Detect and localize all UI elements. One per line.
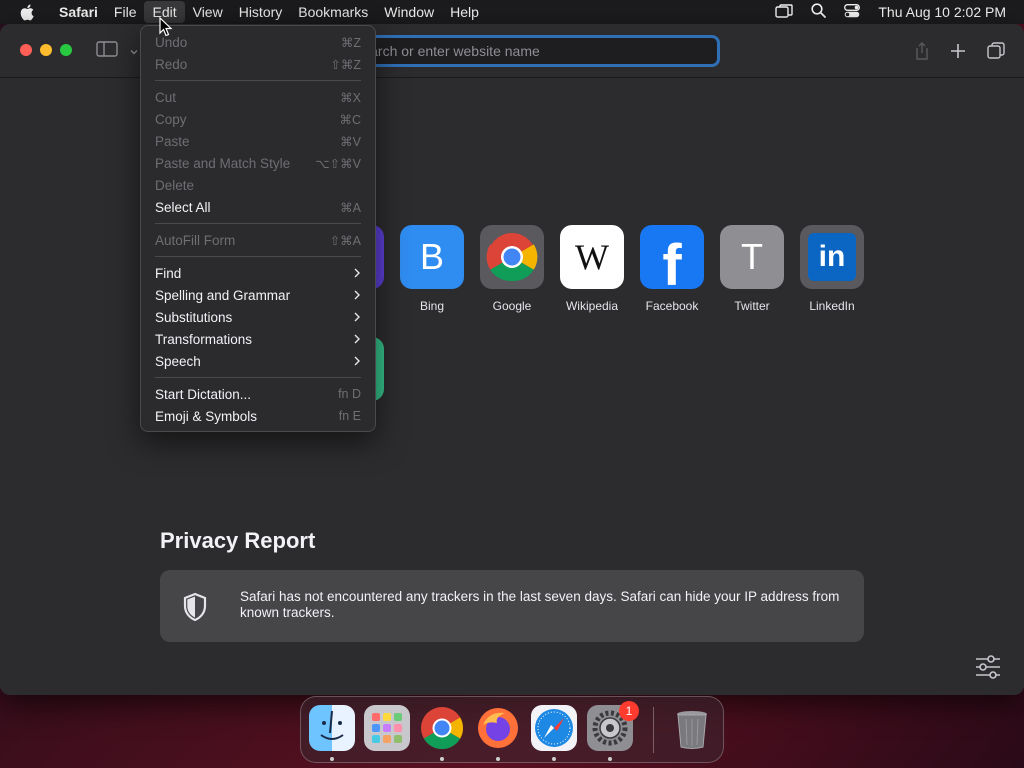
menu-help[interactable]: Help — [442, 1, 487, 23]
favorite-linkedin[interactable]: in LinkedIn — [799, 225, 865, 313]
menu-item-undo[interactable]: Undo ⌘Z — [141, 31, 375, 53]
minimize-window-button[interactable] — [40, 44, 52, 56]
menu-separator — [155, 223, 361, 224]
chevron-right-icon — [354, 290, 360, 300]
menu-item-cut[interactable]: Cut ⌘X — [141, 86, 375, 108]
menu-item-transformations[interactable]: Transformations — [141, 328, 375, 350]
mouse-pointer-icon — [159, 16, 173, 37]
menu-item-delete[interactable]: Delete — [141, 174, 375, 196]
dock-separator — [653, 707, 654, 753]
menu-bar: Safari File Edit View History Bookmarks … — [0, 0, 1024, 24]
menu-item-paste-match-style[interactable]: Paste and Match Style ⌥⇧⌘V — [141, 152, 375, 174]
menu-window[interactable]: Window — [376, 1, 442, 23]
favorite-facebook[interactable]: f Facebook — [639, 225, 705, 313]
privacy-report-text: Safari has not encountered any trackers … — [240, 589, 840, 620]
edit-menu-dropdown: Undo ⌘Z Redo ⇧⌘Z Cut ⌘X Copy ⌘C Paste ⌘V Past… — [140, 25, 376, 432]
screen-mirroring-icon[interactable] — [775, 3, 794, 21]
menu-item-autofill[interactable]: AutoFill Form ⇧⌘A — [141, 229, 375, 251]
favorite-label: Bing — [419, 299, 445, 313]
menu-item-find[interactable]: Find — [141, 262, 375, 284]
finder-icon[interactable] — [309, 705, 355, 751]
bing-icon: B — [400, 225, 464, 289]
running-indicator — [440, 757, 444, 761]
firefox-icon[interactable] — [475, 705, 521, 751]
menu-separator — [155, 80, 361, 81]
menu-item-spelling-grammar[interactable]: Spelling and Grammar — [141, 284, 375, 306]
running-indicator — [496, 757, 500, 761]
favorite-label: Twitter — [734, 299, 770, 313]
url-search-input[interactable] — [353, 43, 717, 59]
safari-icon[interactable] — [531, 705, 577, 751]
menu-item-start-dictation[interactable]: Start Dictation... fn D — [141, 383, 375, 405]
favorite-label: Google — [492, 299, 532, 313]
favorite-label: LinkedIn — [809, 299, 855, 313]
favorite-bing[interactable]: B Bing — [399, 225, 465, 313]
chevron-right-icon — [354, 356, 360, 366]
google-chrome-icon — [480, 225, 544, 289]
menu-view[interactable]: View — [185, 1, 231, 23]
close-window-button[interactable] — [20, 44, 32, 56]
tab-overview-icon[interactable] — [986, 41, 1006, 61]
favorite-google[interactable]: Google — [479, 225, 545, 313]
shield-icon — [182, 592, 210, 622]
menu-safari[interactable]: Safari — [51, 1, 106, 23]
favorite-twitter[interactable]: T Twitter — [719, 225, 785, 313]
favorite-wikipedia[interactable]: W Wikipedia — [559, 225, 625, 313]
menu-item-substitutions[interactable]: Substitutions — [141, 306, 375, 328]
running-indicator — [608, 757, 612, 761]
spotlight-search-icon[interactable] — [811, 3, 827, 21]
dock: 1 — [300, 696, 724, 763]
apple-menu-icon[interactable] — [17, 2, 37, 22]
launchpad-icon[interactable] — [364, 705, 410, 751]
menu-item-emoji-symbols[interactable]: Emoji & Symbols fn E — [141, 405, 375, 427]
menu-history[interactable]: History — [231, 1, 291, 23]
new-tab-icon[interactable] — [948, 41, 968, 61]
chrome-icon[interactable] — [419, 705, 465, 751]
twitter-icon: T — [720, 225, 784, 289]
control-center-icon[interactable] — [844, 3, 861, 21]
wikipedia-icon: W — [560, 225, 624, 289]
menu-item-paste[interactable]: Paste ⌘V — [141, 130, 375, 152]
menu-separator — [155, 256, 361, 257]
facebook-icon: f — [640, 225, 704, 289]
menu-item-speech[interactable]: Speech — [141, 350, 375, 372]
running-indicator — [552, 757, 556, 761]
share-icon[interactable] — [912, 41, 932, 61]
chevron-down-icon[interactable] — [129, 44, 139, 55]
menu-bar-clock[interactable]: Thu Aug 10 2:02 PM — [878, 4, 1006, 20]
zoom-window-button[interactable] — [60, 44, 72, 56]
menu-file[interactable]: File — [106, 1, 145, 23]
menu-bookmarks[interactable]: Bookmarks — [290, 1, 376, 23]
linkedin-icon: in — [800, 225, 864, 289]
menu-item-copy[interactable]: Copy ⌘C — [141, 108, 375, 130]
menu-separator — [155, 377, 361, 378]
customize-start-page-icon[interactable] — [974, 654, 1002, 680]
notification-badge: 1 — [619, 701, 639, 721]
menu-item-redo[interactable]: Redo ⇧⌘Z — [141, 53, 375, 75]
favorite-label: Wikipedia — [565, 299, 619, 313]
favorite-label: Facebook — [645, 299, 699, 313]
running-indicator — [330, 757, 334, 761]
privacy-report-title: Privacy Report — [160, 528, 316, 553]
sidebar-toggle-icon[interactable] — [96, 40, 118, 58]
chevron-right-icon — [354, 312, 360, 322]
chevron-right-icon — [354, 334, 360, 344]
trash-icon[interactable] — [669, 705, 715, 751]
privacy-report-card[interactable]: Safari has not encountered any trackers … — [160, 570, 864, 642]
chevron-right-icon — [354, 268, 360, 278]
menu-item-select-all[interactable]: Select All ⌘A — [141, 196, 375, 218]
